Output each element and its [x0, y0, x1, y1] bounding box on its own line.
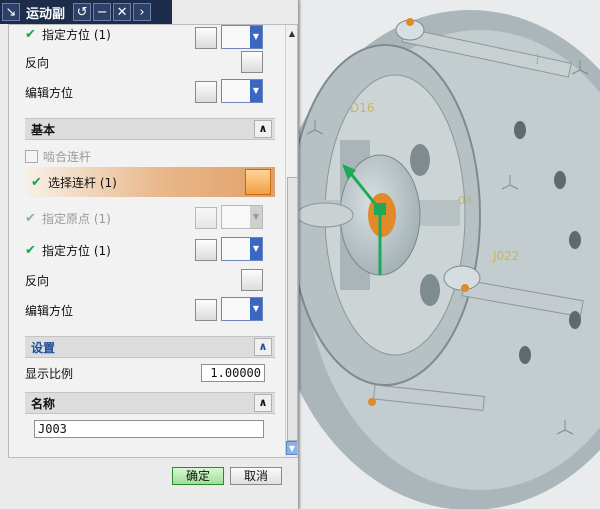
reverse-direction-icon[interactable] — [241, 51, 263, 73]
dialog-content: ✔ 指定方位 (1) ▼ 反向 编辑方位 ▼ 基本 ∧ 啮合连杆 ✔ 选择连杆 … — [17, 25, 275, 457]
dialog-footer: 确定 取消 — [0, 458, 298, 509]
reverse-row: 反向 — [25, 267, 257, 293]
check-icon: ✔ — [25, 242, 36, 258]
csys-icon[interactable] — [195, 299, 217, 321]
dialog-title: 运动副 — [26, 6, 66, 22]
section-name-title: 名称 — [31, 396, 56, 411]
chevron-up-icon[interactable]: ∧ — [254, 338, 272, 356]
check-icon: ✔ — [31, 174, 42, 190]
snap-link-label: 啮合连杆 — [43, 149, 92, 164]
select-link-row[interactable]: ✔ 选择连杆 (1) — [25, 167, 275, 197]
joint-dialog: ↘ 运动副 ↺ − ✕ › ✔ 指定方位 (1) ▼ 反向 编辑方位 ▼ 基本 … — [0, 0, 299, 509]
top-reverse-label: 反向 — [25, 55, 50, 70]
scroll-thumb[interactable] — [287, 177, 297, 441]
close-icon[interactable]: ✕ — [113, 3, 132, 21]
specify-orientation-label: 指定方位 (1) — [42, 243, 111, 258]
scroll-up-icon[interactable]: ▲ — [287, 29, 297, 39]
minimize-icon[interactable]: − — [93, 3, 112, 21]
section-settings-title: 设置 — [31, 340, 56, 355]
point-dialog-icon[interactable] — [195, 207, 217, 229]
dropdown-arrow-icon: ▼ — [250, 298, 262, 320]
section-base-title: 基本 — [31, 122, 56, 137]
dropdown-arrow-icon: ▼ — [250, 206, 262, 228]
chevron-up-icon[interactable]: ∧ — [254, 120, 272, 138]
reset-icon[interactable]: ↺ — [73, 3, 92, 21]
reverse-label: 反向 — [25, 273, 50, 288]
dialog-titlebar: ↘ 运动副 ↺ − ✕ › — [0, 0, 172, 24]
section-settings-header[interactable]: 设置 ∧ — [25, 336, 275, 358]
chevron-up-icon[interactable]: ∧ — [254, 394, 272, 412]
dropdown-arrow-icon: ▼ — [250, 26, 262, 48]
snap-link-checkbox[interactable] — [25, 149, 38, 163]
check-icon: ✔ — [25, 210, 36, 226]
ok-button[interactable]: 确定 — [172, 467, 224, 485]
dialog-menu-icon[interactable]: ↘ — [2, 3, 20, 21]
name-input[interactable]: J003 — [34, 420, 264, 438]
select-link-label: 选择连杆 (1) — [48, 175, 117, 190]
snap-link-row[interactable]: 啮合连杆 — [25, 143, 257, 169]
orientation-point-icon[interactable] — [195, 27, 217, 49]
csys-combo[interactable]: ▼ — [221, 79, 263, 103]
display-scale-input[interactable]: 1.00000 — [201, 364, 265, 382]
display-scale-label: 显示比例 — [25, 366, 74, 381]
dropdown-arrow-icon: ▼ — [250, 238, 262, 260]
section-base-header[interactable]: 基本 ∧ — [25, 118, 275, 140]
dialog-panel: ✔ 指定方位 (1) ▼ 反向 编辑方位 ▼ 基本 ∧ 啮合连杆 ✔ 选择连杆 … — [8, 24, 298, 458]
label-j022: J022 — [492, 249, 519, 263]
csys-combo-2[interactable]: ▼ — [221, 297, 263, 321]
label-04: 04 — [458, 194, 472, 207]
edit-orientation-label: 编辑方位 — [25, 303, 74, 318]
top-reverse-row: 反向 — [25, 49, 257, 75]
dropdown-arrow-icon: ▼ — [250, 80, 262, 102]
reverse-direction-icon[interactable] — [241, 269, 263, 291]
scroll-down-icon[interactable]: ▼ — [286, 441, 297, 455]
csys-icon[interactable] — [195, 81, 217, 103]
specify-origin-label: 指定原点 (1) — [42, 211, 111, 226]
top-specify-orientation-label: 指定方位 (1) — [42, 27, 111, 42]
panel-scrollbar[interactable]: ▲ ▼ — [285, 25, 297, 457]
cancel-button[interactable]: 取消 — [230, 467, 282, 485]
origin-combo[interactable]: ▼ — [221, 205, 263, 229]
top-edit-orientation-label: 编辑方位 — [25, 85, 74, 100]
collapse-arrow-icon[interactable]: › — [133, 3, 152, 21]
label-j: j — [535, 52, 539, 65]
label-d16: D16 — [350, 101, 375, 115]
check-icon: ✔ — [25, 26, 36, 42]
vector-dialog-icon[interactable] — [195, 239, 217, 261]
orientation-combo[interactable]: ▼ — [221, 25, 263, 49]
orientation-combo-2[interactable]: ▼ — [221, 237, 263, 261]
select-link-pencil-icon[interactable] — [245, 169, 271, 195]
section-name-header[interactable]: 名称 ∧ — [25, 392, 275, 414]
